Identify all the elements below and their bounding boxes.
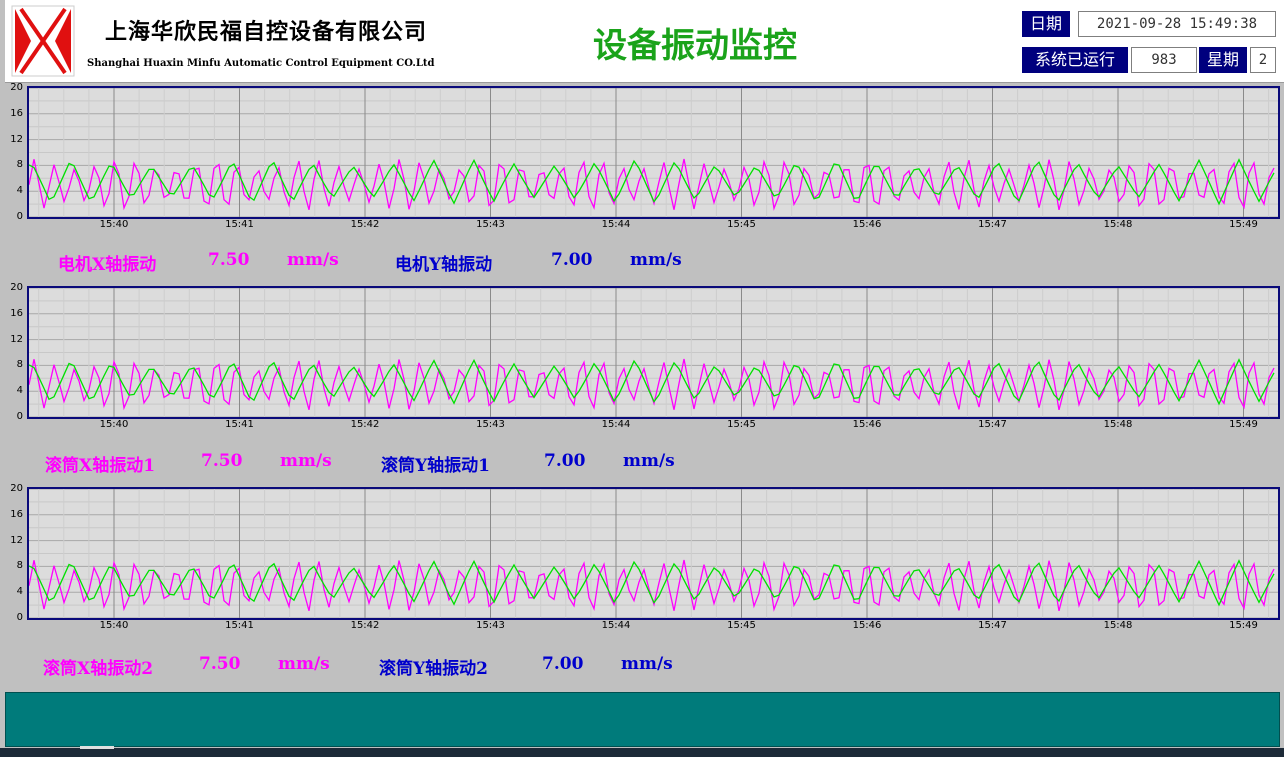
x-tick-label: 15:48	[1103, 620, 1133, 631]
header-panel: 上海华欣民福自控设备有限公司 Shanghai Huaxin Minfu Aut…	[5, 0, 1284, 83]
x-tick-label: 15:43	[476, 620, 505, 631]
x-tick-label: 15:40	[99, 419, 129, 430]
x-tick-label: 15:40	[99, 219, 129, 230]
drum1-x-label: 滚筒X轴振动1	[45, 456, 156, 476]
motor-x-label: 电机X轴振动	[58, 255, 157, 275]
y-tick-label: 4	[16, 586, 23, 598]
y-tick-label: 8	[16, 159, 23, 171]
x-tick-label: 15:46	[852, 419, 882, 430]
date-value: 2021-09-28 15:49:38	[1078, 11, 1276, 37]
drum1-y-unit: mm/s	[623, 451, 675, 471]
x-tick-label: 15:47	[978, 219, 1007, 230]
x-tick-label: 15:45	[727, 219, 756, 230]
x-tick-label: 15:42	[350, 419, 380, 430]
y-tick-label: 0	[16, 211, 23, 222]
y-tick-label: 12	[10, 133, 23, 145]
x-tick-label: 15:45	[727, 620, 756, 631]
y-tick-label: 8	[16, 359, 23, 371]
footer-bar	[5, 692, 1280, 747]
runtime-value: 983	[1131, 47, 1197, 73]
x-tick-label: 15:49	[1229, 419, 1258, 430]
motor-y-unit: mm/s	[630, 250, 682, 270]
y-tick-label: 12	[10, 333, 23, 345]
drum2-x-unit: mm/s	[278, 654, 330, 674]
y-tick-label: 16	[10, 307, 23, 319]
runtime-label: 系统已运行	[1022, 47, 1128, 73]
x-tick-label: 15:49	[1229, 219, 1258, 230]
motor-x-unit: mm/s	[287, 250, 339, 270]
y-tick-label: 4	[16, 185, 23, 197]
x-tick-label: 15:47	[978, 620, 1007, 631]
drum2-x-value: 7.50	[199, 654, 241, 674]
y-tick-label: 12	[10, 534, 23, 546]
x-tick-label: 15:45	[727, 419, 756, 430]
x-tick-label: 15:44	[601, 419, 631, 430]
x-tick-label: 15:40	[99, 620, 129, 631]
drum1-y-label: 滚筒Y轴振动1	[381, 456, 490, 476]
taskbar-strip	[0, 748, 1284, 757]
x-tick-label: 15:44	[601, 620, 631, 631]
x-axis-vibration-series	[29, 358, 1275, 411]
y-tick-label: 20	[10, 82, 23, 93]
x-tick-label: 15:43	[476, 219, 505, 230]
x-tick-label: 15:41	[225, 620, 254, 631]
weekday-label: 星期	[1199, 47, 1247, 73]
motor-vibration-chart	[27, 86, 1280, 219]
drum-vibration-2-chart	[27, 487, 1280, 620]
y-tick-label: 20	[10, 282, 23, 293]
chart-plot	[29, 288, 1278, 417]
drum2-y-label: 滚筒Y轴振动2	[379, 659, 488, 679]
y-tick-label: 20	[10, 483, 23, 494]
y-tick-label: 0	[16, 411, 23, 422]
motor-y-label: 电机Y轴振动	[395, 255, 493, 275]
x-tick-label: 15:42	[350, 219, 380, 230]
hm-logo-icon	[11, 5, 75, 77]
x-tick-label: 15:48	[1103, 219, 1133, 230]
drum1-y-value: 7.00	[544, 451, 586, 471]
chart-plot	[29, 88, 1278, 217]
x-tick-label: 15:47	[978, 419, 1007, 430]
weekday-value: 2	[1250, 47, 1276, 73]
drum2-y-value: 7.00	[542, 654, 584, 674]
y-tick-label: 16	[10, 508, 23, 520]
x-tick-label: 15:46	[852, 219, 882, 230]
y-tick-label: 8	[16, 560, 23, 572]
x-tick-label: 15:41	[225, 219, 254, 230]
page-title: 设备振动监控	[593, 26, 797, 66]
x-tick-label: 15:48	[1103, 419, 1133, 430]
company-name-en: Shanghai Huaxin Minfu Automatic Control …	[87, 58, 435, 69]
x-tick-label: 15:49	[1229, 620, 1258, 631]
drum1-x-unit: mm/s	[280, 451, 332, 471]
x-axis-vibration-series	[29, 158, 1275, 211]
chart-plot	[29, 489, 1278, 618]
scroll-indicator	[80, 746, 114, 749]
motor-x-value: 7.50	[208, 250, 250, 270]
x-tick-label: 15:44	[601, 219, 631, 230]
drum-vibration-1-chart	[27, 286, 1280, 419]
x-tick-label: 15:41	[225, 419, 254, 430]
company-name-cn: 上海华欣民福自控设备有限公司	[105, 19, 428, 45]
drum2-x-label: 滚筒X轴振动2	[43, 659, 154, 679]
motor-y-value: 7.00	[551, 250, 593, 270]
y-tick-label: 0	[16, 612, 23, 623]
drum1-x-value: 7.50	[201, 451, 243, 471]
drum2-y-unit: mm/s	[621, 654, 673, 674]
y-tick-label: 16	[10, 107, 23, 119]
date-label: 日期	[1022, 11, 1070, 37]
x-axis-vibration-series	[29, 559, 1275, 612]
x-tick-label: 15:46	[852, 620, 882, 631]
x-tick-label: 15:42	[350, 620, 380, 631]
y-tick-label: 4	[16, 385, 23, 397]
x-tick-label: 15:43	[476, 419, 505, 430]
